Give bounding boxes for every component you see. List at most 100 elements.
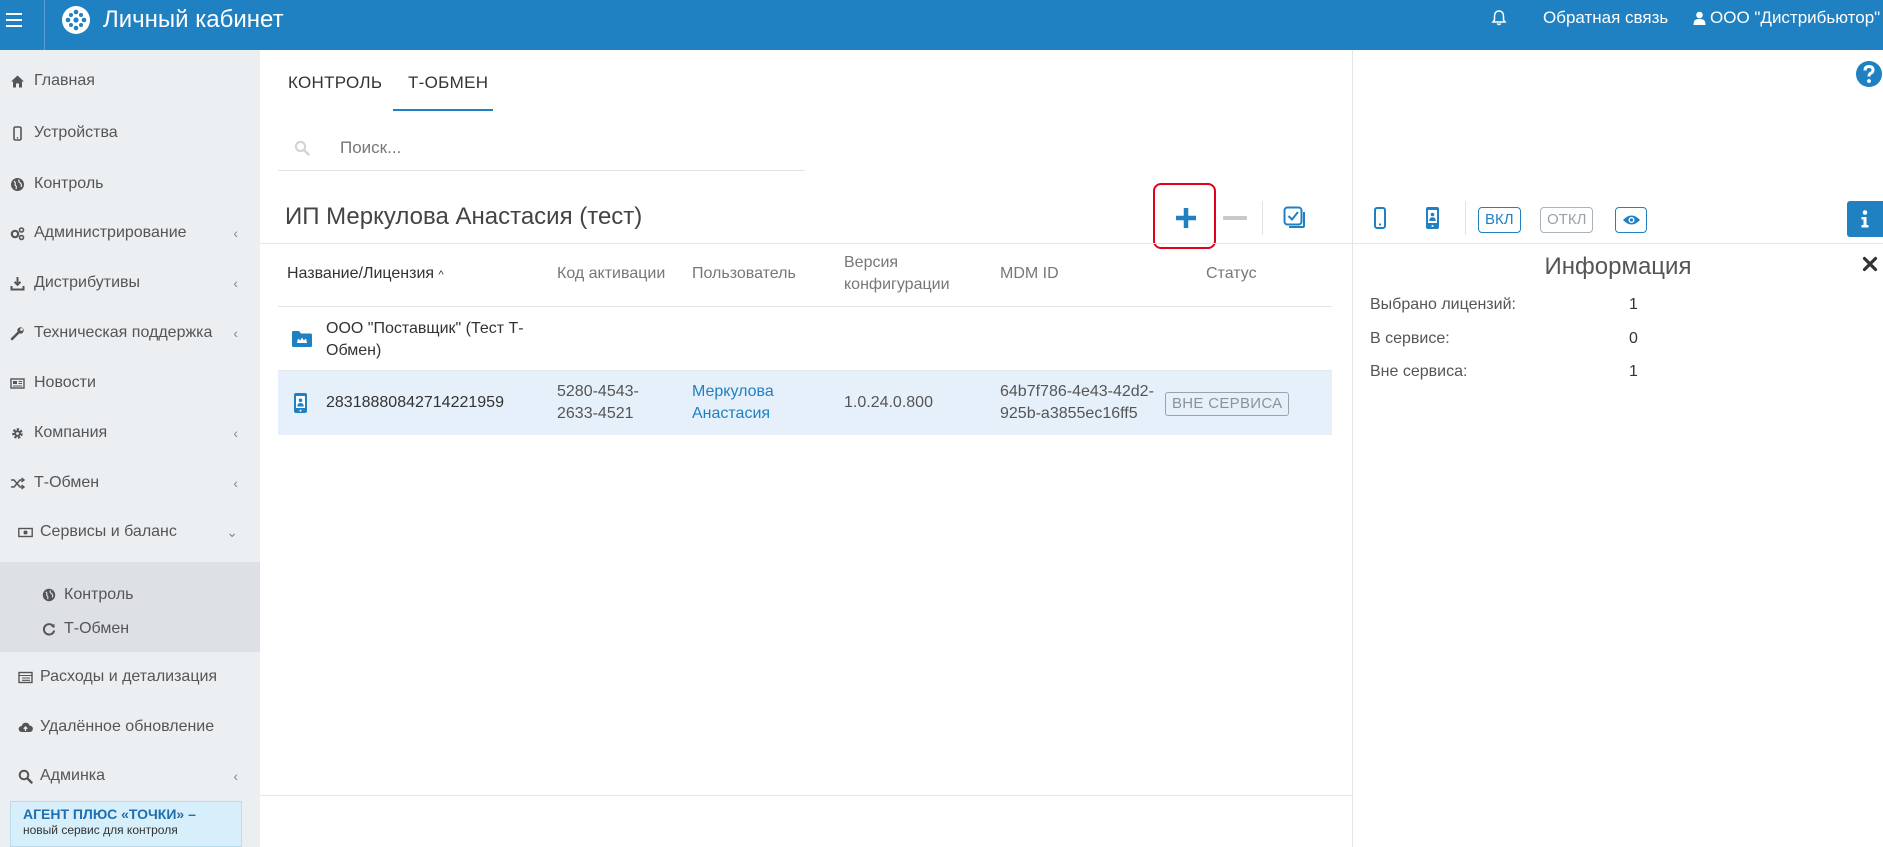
column-header-version[interactable]: Версия конфигурации (844, 252, 954, 296)
info-value-in-service: 0 (1629, 330, 1638, 347)
license-number: 28318880842714221959 (326, 394, 504, 411)
sidebar-item-remote-update[interactable]: Удалённое обновление (0, 707, 260, 747)
info-toggle-button[interactable] (1847, 201, 1883, 237)
sidebar-item-label: Компания (34, 424, 108, 441)
sidebar-item-label: Админка (40, 767, 106, 784)
info-value-selected: 1 (1629, 296, 1638, 313)
select-all-icon[interactable] (1282, 205, 1306, 229)
activation-code: 5280-4543-2633-4521 (557, 383, 639, 422)
user-link[interactable]: Меркулова Анастасия (692, 381, 802, 425)
gear-icon (12, 427, 23, 439)
sidebar-item-label: Администрирование (34, 224, 187, 241)
column-header-mdm-id[interactable]: MDM ID (1000, 263, 1059, 285)
mdm-id: 64b7f786-4e43-42d2-925b-a3855ec16ff5 (1000, 383, 1154, 422)
sidebar-item-label: Главная (34, 72, 95, 89)
sidebar-item-label: Устройства (34, 124, 118, 141)
info-value-out-of-service: 1 (1629, 363, 1638, 380)
topbar-divider (44, 0, 45, 50)
sidebar-item-company[interactable]: Компания ‹ (0, 413, 260, 453)
status-badge: ВНЕ СЕРВИСА (1165, 392, 1290, 416)
column-header-status[interactable]: Статус (1206, 263, 1257, 285)
enable-button[interactable]: ВКЛ (1478, 207, 1521, 233)
mobile-icon[interactable] (1373, 206, 1387, 230)
device-license-icon (294, 393, 307, 413)
promo-banner[interactable]: АГЕНТ ПЛЮС «ТОЧКИ» – новый сервис для ко… (10, 801, 242, 847)
search-underline (278, 170, 805, 171)
sidebar-item-tech-support[interactable]: Техническая поддержка ‹ (0, 313, 260, 353)
refresh-icon (42, 623, 56, 636)
panel-divider (1465, 201, 1466, 235)
page-title: ИП Меркулова Анастасия (тест) (285, 203, 643, 230)
feedback-link[interactable]: Обратная связь (1543, 8, 1668, 28)
column-header-user[interactable]: Пользователь (692, 263, 796, 285)
cogs-icon (10, 226, 25, 240)
home-icon (11, 75, 24, 87)
top-bar: Личный кабинет Обратная связь ООО "Дистр… (0, 0, 1883, 50)
info-panel: ВКЛ ОТКЛ Информация Выбрано лицензий: 1 … (1353, 50, 1883, 847)
chevron-left-icon: ‹ (233, 325, 238, 341)
user-name: ООО "Дистрибьютор" (1710, 8, 1881, 27)
column-header-activation[interactable]: Код активации (557, 263, 665, 285)
user-menu[interactable]: ООО "Дистрибьютор" ▼ (1693, 8, 1883, 28)
money-icon (18, 527, 33, 537)
sidebar-subitem-control[interactable]: Контроль (0, 580, 260, 610)
sidebar-subitem-label: Т-Обмен (64, 620, 130, 637)
tab-t-obmen[interactable]: Т-ОБМЕН (408, 73, 488, 93)
folder-name: ООО "Поставщик" (Тест Т-Обмен) (326, 320, 524, 359)
sidebar-subitem-label: Контроль (64, 586, 134, 603)
close-icon[interactable] (1862, 256, 1878, 272)
user-icon (1693, 11, 1706, 25)
table-row[interactable]: ООО "Поставщик" (Тест Т-Обмен) (278, 307, 1332, 371)
sidebar-item-distributives[interactable]: Дистрибутивы ‹ (0, 263, 260, 303)
device-license-icon[interactable] (1425, 206, 1440, 230)
sidebar-item-label: Контроль (34, 175, 104, 192)
info-label-in-service: В сервисе: (1370, 330, 1450, 347)
tab-control[interactable]: КОНТРОЛЬ (288, 73, 382, 93)
sidebar-item-label: Удалённое обновление (40, 718, 215, 735)
chevron-left-icon: ‹ (233, 768, 238, 784)
mobile-icon (13, 125, 22, 141)
table-row-selected[interactable]: 28318880842714221959 5280-4543-2633-4521… (278, 371, 1332, 435)
sidebar: Главная Устройства Контроль Администриро… (0, 50, 260, 847)
main-content: КОНТРОЛЬ Т-ОБМЕН ИП Меркулова Анастасия … (260, 50, 1353, 847)
column-header-name[interactable]: Название/Лицензия ^ (287, 263, 444, 286)
sidebar-item-label: Сервисы и баланс (40, 523, 177, 540)
chevron-left-icon: ‹ (233, 475, 238, 491)
remove-button[interactable] (1223, 216, 1247, 220)
view-button[interactable] (1615, 207, 1647, 233)
info-label-selected: Выбрано лицензий: (1370, 296, 1516, 313)
help-icon[interactable] (1855, 60, 1883, 88)
menu-icon[interactable] (6, 13, 22, 27)
info-title: Информация (1544, 253, 1692, 280)
sidebar-item-label: Дистрибутивы (34, 274, 141, 291)
sidebar-item-control[interactable]: Контроль (0, 164, 260, 204)
sidebar-item-home[interactable]: Главная (0, 61, 260, 101)
add-button[interactable] (1153, 183, 1216, 249)
sidebar-item-label: Техническая поддержка (34, 324, 213, 341)
bell-icon[interactable] (1490, 9, 1508, 27)
info-icon (1861, 210, 1869, 228)
sidebar-item-label: Новости (34, 374, 96, 391)
sidebar-item-admin[interactable]: Админка ‹ (0, 756, 260, 796)
sidebar-item-expenses[interactable]: Расходы и детализация (0, 657, 260, 697)
toolbar-divider (1262, 201, 1263, 235)
wrench-icon (10, 326, 24, 340)
search-icon (18, 769, 33, 784)
sidebar-item-administration[interactable]: Администрирование ‹ (0, 213, 260, 253)
disable-button[interactable]: ОТКЛ (1540, 207, 1594, 233)
info-label-out-of-service: Вне сервиса: (1370, 363, 1468, 380)
list-icon (18, 671, 33, 683)
chevron-left-icon: ‹ (233, 275, 238, 291)
chevron-down-icon: ⌄ (226, 523, 238, 540)
sidebar-item-services-balance[interactable]: Сервисы и баланс ⌄ (0, 512, 260, 552)
eye-icon (1623, 215, 1640, 225)
sidebar-item-devices[interactable]: Устройства (0, 113, 260, 153)
sidebar-subitem-t-obmen[interactable]: Т-Обмен (0, 614, 260, 644)
toolbar-divider-line (260, 243, 1353, 244)
globe-icon (42, 588, 56, 602)
sidebar-item-news[interactable]: Новости (0, 363, 260, 403)
sidebar-item-t-obmen[interactable]: Т-Обмен ‹ (0, 463, 260, 503)
plus-icon (1176, 208, 1196, 228)
download-icon (10, 276, 25, 290)
search-input[interactable] (340, 134, 740, 162)
